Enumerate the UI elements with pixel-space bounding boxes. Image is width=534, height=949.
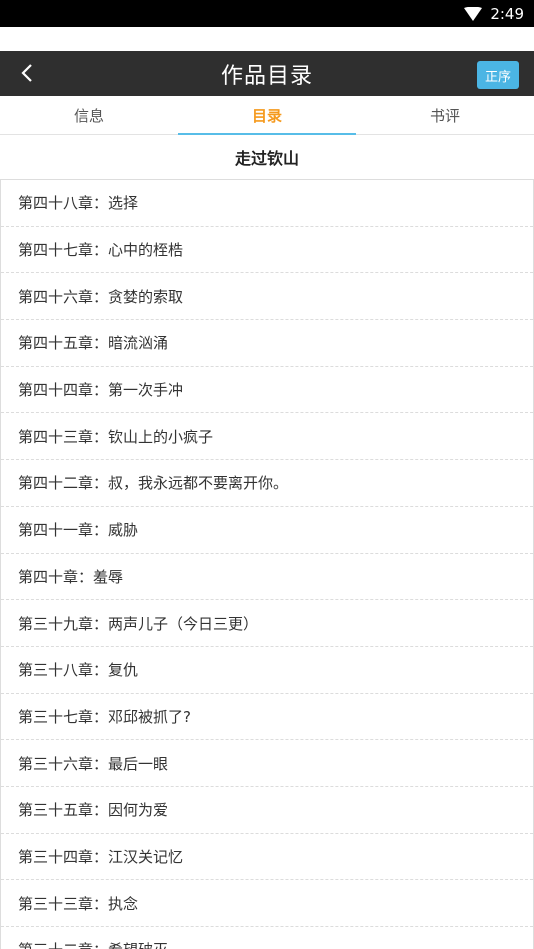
tab-bar: 信息 目录 书评 — [0, 96, 534, 135]
page-title: 作品目录 — [220, 63, 313, 89]
tab-reviews[interactable]: 书评 — [356, 96, 534, 134]
back-button[interactable] — [16, 62, 38, 84]
chapter-item[interactable]: 第三十四章：江汉关记忆 — [1, 834, 533, 881]
chapter-item[interactable]: 第三十五章：因何为爱 — [1, 787, 533, 834]
book-title: 走过钦山 — [0, 135, 534, 180]
chapter-item[interactable]: 第四十三章：钦山上的小疯子 — [1, 413, 533, 461]
chevron-left-icon — [21, 64, 32, 82]
status-time: 2:49 — [490, 4, 524, 23]
chapter-item[interactable]: 第三十三章：执念 — [1, 880, 533, 927]
app-header: 作品目录 正序 — [0, 51, 534, 96]
chapter-item[interactable]: 第四十章：羞辱 — [1, 554, 533, 601]
wifi-icon — [464, 6, 483, 21]
chapter-item[interactable]: 第三十九章：两声儿子（今日三更） — [1, 600, 533, 647]
chapter-item[interactable]: 第三十二章：希望破灭 — [1, 927, 533, 949]
chapter-item[interactable]: 第三十七章：邓邱被抓了? — [1, 694, 533, 741]
chapter-item[interactable]: 第四十八章：选择 — [1, 180, 533, 227]
chapter-item[interactable]: 第四十五章：暗流汹涌 — [1, 320, 533, 367]
chapter-item[interactable]: 第四十四章：第一次手冲 — [1, 367, 533, 414]
status-bar: 2:49 — [0, 0, 534, 27]
chapter-item[interactable]: 第四十二章：叔，我永远都不要离开你。 — [1, 460, 533, 507]
tab-catalog[interactable]: 目录 — [178, 96, 356, 135]
chapter-item[interactable]: 第四十一章：威胁 — [1, 507, 533, 554]
chapter-item[interactable]: 第四十七章：心中的桎梏 — [1, 227, 533, 274]
chapter-item[interactable]: 第四十六章：贪婪的索取 — [1, 273, 533, 321]
chapter-item[interactable]: 第三十八章：复仇 — [1, 647, 533, 694]
chapter-item[interactable]: 第三十六章：最后一眼 — [1, 740, 533, 787]
chapter-list: 第四十八章：选择 第四十七章：心中的桎梏 第四十六章：贪婪的索取 第四十五章：暗… — [0, 180, 534, 949]
sort-order-button[interactable]: 正序 — [476, 61, 519, 89]
spacer — [0, 27, 534, 51]
tab-info[interactable]: 信息 — [0, 96, 178, 134]
